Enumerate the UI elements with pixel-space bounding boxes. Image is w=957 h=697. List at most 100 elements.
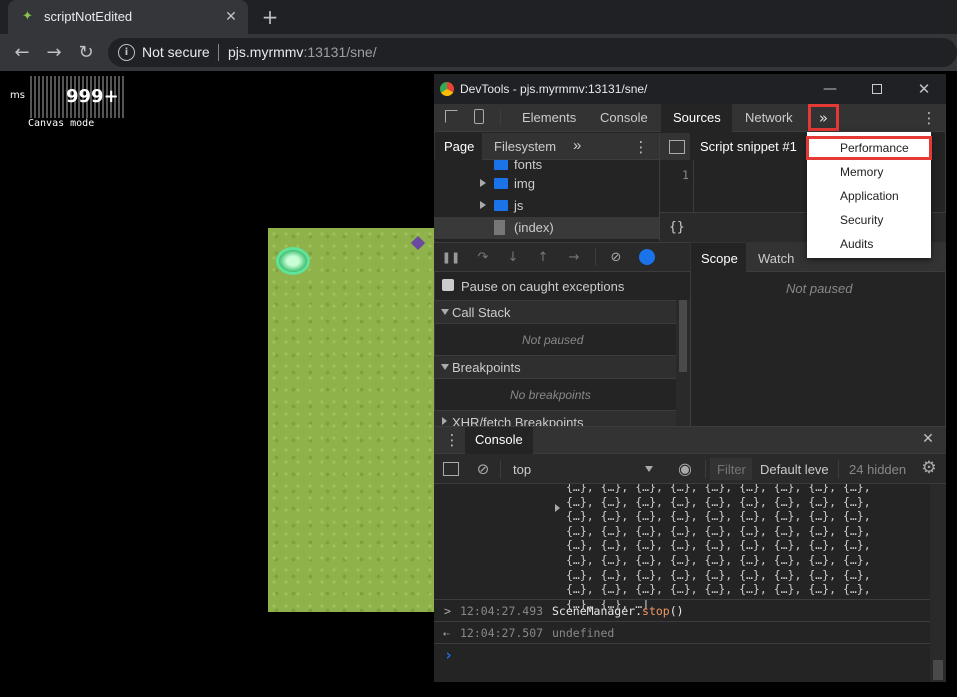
file-icon — [494, 220, 505, 235]
result-value: undefined — [552, 626, 615, 640]
close-drawer-icon[interactable]: ✕ — [920, 431, 936, 447]
console-line: {…}, {…}, {…}, {…}, {…}, {…}, {…}, {…}, … — [566, 484, 871, 494]
drawer-tab-console[interactable]: Console — [465, 427, 533, 454]
console-object-preview: {…}, {…}, {…}, {…}, {…}, {…}, {…}, {…}, … — [566, 484, 871, 611]
command-chevron-icon: > — [444, 604, 451, 618]
collapse-arrow-icon — [441, 309, 449, 315]
tab-sources[interactable]: Sources — [661, 104, 732, 132]
show-sidebar-icon[interactable] — [443, 462, 459, 476]
new-tab-icon[interactable]: + — [260, 5, 280, 29]
console-command-row: > 12:04:27.493 SceneManager.stop() — [434, 599, 930, 621]
reload-icon[interactable]: ↻ — [74, 40, 98, 64]
log-levels-dropdown[interactable]: Default leve — [760, 462, 829, 477]
browser-tab[interactable]: ✦ scriptNotEdited ✕ — [8, 0, 248, 34]
menu-item-performance[interactable]: Performance — [806, 136, 932, 160]
nav-tab-filesystem[interactable]: Filesystem — [494, 139, 556, 154]
info-icon[interactable]: i — [118, 44, 135, 61]
console-toolbar-divider — [500, 460, 501, 478]
maximize-icon[interactable] — [872, 84, 882, 94]
tab-close-icon[interactable]: ✕ — [222, 8, 240, 26]
console-scrollbar[interactable] — [930, 484, 946, 682]
context-label: top — [513, 462, 532, 477]
xhr-breakpoints-header[interactable]: XHR/fetch Breakpoints — [434, 410, 676, 426]
command-text: SceneManager.stop() — [552, 604, 684, 618]
console-output[interactable]: {…}, {…}, {…}, {…}, {…}, {…}, {…}, {…}, … — [434, 484, 930, 682]
nav-more-icon[interactable]: » — [573, 137, 581, 154]
kebab-menu-icon[interactable]: ⋮ — [922, 108, 937, 128]
scroll-thumb[interactable] — [933, 660, 943, 680]
step-icon[interactable]: → — [566, 249, 582, 265]
menu-item-security[interactable]: Security — [807, 209, 931, 231]
toggle-navigator-icon[interactable] — [669, 140, 685, 154]
console-settings-gear-icon[interactable]: ⚙ — [920, 458, 938, 478]
more-tabs-button[interactable]: » — [808, 104, 839, 131]
tree-item-js[interactable]: js — [434, 195, 659, 217]
xhr-breakpoints-label: XHR/fetch Breakpoints — [452, 415, 584, 426]
command-timestamp: 12:04:27.493 — [460, 604, 544, 618]
breakpoints-status: No breakpoints — [510, 388, 591, 402]
step-into-icon[interactable]: ↓ — [506, 249, 520, 265]
url-text[interactable]: pjs.myrmmv:13131/sne/ — [228, 44, 377, 60]
tab-watch[interactable]: Watch — [758, 251, 794, 266]
checkbox[interactable] — [442, 279, 454, 291]
tree-item-index[interactable]: (index) — [434, 217, 659, 239]
tab-network[interactable]: Network — [745, 110, 793, 125]
inspect-element-icon[interactable] — [445, 110, 458, 123]
tab-console[interactable]: Console — [600, 110, 648, 125]
pause-on-exceptions-icon[interactable] — [639, 249, 655, 265]
tree-item-img[interactable]: img — [434, 173, 659, 195]
more-tabs-menu: Performance Memory Application Security … — [806, 132, 932, 258]
device-toolbar-icon[interactable] — [474, 109, 484, 124]
back-icon[interactable]: ← — [10, 40, 34, 64]
pretty-print-button[interactable]: {} — [669, 220, 685, 235]
magic-circle-sprite — [276, 247, 310, 275]
tab-scope[interactable]: Scope — [691, 243, 746, 272]
devtools-title: DevTools - pjs.myrmmv:13131/sne/ — [460, 82, 648, 96]
editor-tab[interactable]: Script snippet #1 — [690, 133, 806, 160]
address-bar[interactable]: i Not secure pjs.myrmmv:13131/sne/ — [108, 38, 957, 67]
tab-sources-label: Sources — [673, 110, 721, 125]
console-filter-input[interactable] — [710, 458, 752, 480]
live-expression-eye-icon[interactable]: ◉ — [674, 459, 696, 478]
drawer-tab-label: Console — [475, 432, 523, 447]
menu-item-memory[interactable]: Memory — [807, 161, 931, 183]
fps-meter: ms 999+ — [6, 76, 124, 118]
step-over-icon[interactable]: ↷ — [474, 249, 492, 265]
deactivate-breakpoints-icon[interactable]: ⊘ — [606, 249, 626, 265]
nav-tab-page[interactable]: Page — [435, 133, 482, 160]
folder-icon — [494, 178, 508, 189]
drawer-kebab-icon[interactable]: ⋮ — [445, 430, 460, 450]
expand-object-icon[interactable] — [555, 504, 560, 512]
close-window-icon[interactable]: ✕ — [914, 80, 934, 98]
forward-icon[interactable]: → — [42, 40, 66, 64]
pause-exceptions-label: Pause on caught exceptions — [461, 279, 625, 294]
tab-elements[interactable]: Elements — [522, 110, 576, 125]
call-stack-header[interactable]: Call Stack — [434, 300, 676, 324]
menu-item-application[interactable]: Application — [807, 185, 931, 207]
menu-item-audits[interactable]: Audits — [807, 233, 931, 255]
pause-exceptions-row[interactable]: Pause on caught exceptions — [434, 275, 674, 299]
clear-console-icon[interactable]: ⊘ — [474, 460, 492, 478]
tree-label: (index) — [514, 220, 554, 235]
command-method: stop — [642, 604, 670, 618]
breakpoints-header[interactable]: Breakpoints — [434, 355, 676, 379]
expand-arrow-icon — [442, 417, 447, 425]
nav-kebab-icon[interactable]: ⋮ — [634, 137, 649, 157]
chevron-double-right-icon: » — [818, 108, 829, 127]
console-prompt-row[interactable]: › — [434, 643, 930, 665]
folder-icon — [494, 160, 508, 170]
step-out-icon[interactable]: ↑ — [536, 249, 550, 265]
context-selector[interactable]: top — [506, 458, 658, 480]
sidebar-scrollbar[interactable] — [676, 300, 690, 426]
tab-scope-label: Scope — [701, 251, 738, 266]
minimize-icon[interactable]: — — [820, 80, 840, 98]
pause-icon[interactable]: ❚❚ — [442, 249, 460, 265]
scroll-thumb[interactable] — [679, 300, 687, 372]
line-number: 1 — [682, 168, 689, 182]
security-label[interactable]: Not secure — [142, 44, 210, 60]
code-editor[interactable]: 1 — [660, 160, 810, 212]
call-stack-label: Call Stack — [452, 305, 511, 320]
render-mode-label: Canvas mode — [28, 118, 95, 129]
call-stack-status: Not paused — [522, 333, 584, 347]
collapse-arrow-icon — [441, 364, 449, 370]
